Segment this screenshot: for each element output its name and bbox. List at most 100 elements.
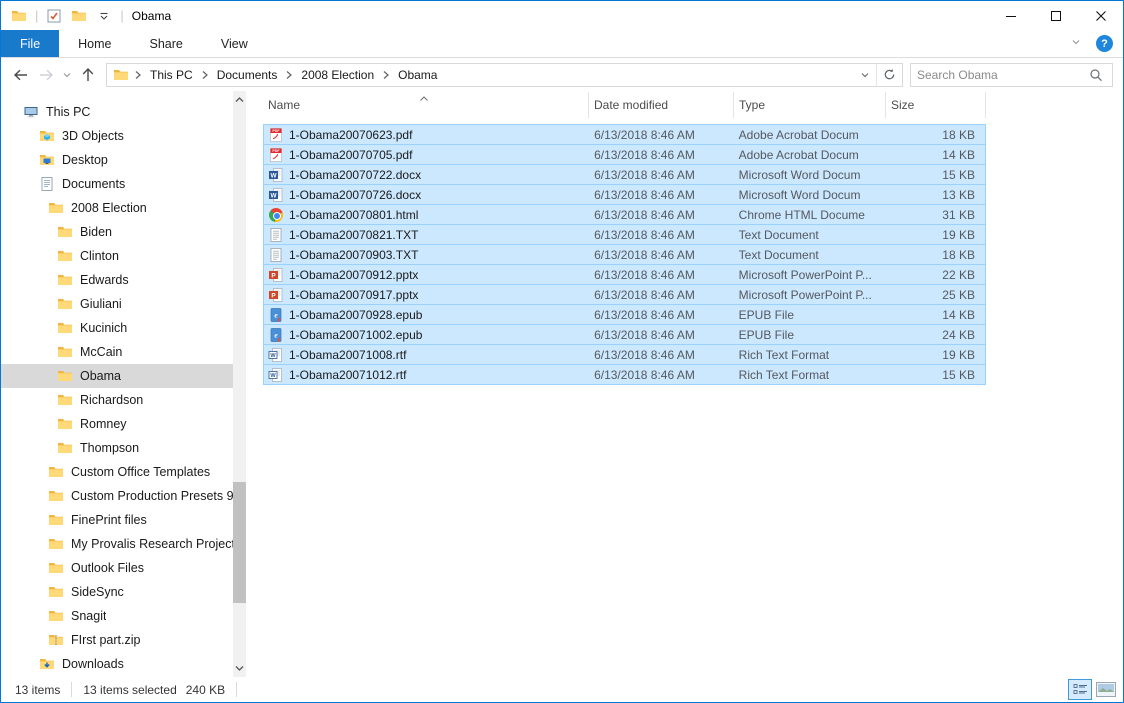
breadcrumb-chevron-icon[interactable] xyxy=(381,70,391,80)
pdf-file-icon: PDF xyxy=(268,127,284,143)
breadcrumb-segment-2008-election[interactable]: 2008 Election xyxy=(294,64,381,86)
breadcrumb-chevron-icon[interactable] xyxy=(284,70,294,80)
tab-home[interactable]: Home xyxy=(59,30,130,57)
column-header-size[interactable]: Size xyxy=(886,92,986,118)
expand-ribbon-icon[interactable] xyxy=(1070,36,1082,51)
file-row-1-obama20070705-pdf[interactable]: PDF1-Obama20070705.pdf6/13/2018 8:46 AMA… xyxy=(263,144,986,165)
sidebar-item-biden[interactable]: Biden xyxy=(1,220,233,244)
file-row-1-obama20070903-txt[interactable]: 1-Obama20070903.TXT6/13/2018 8:46 AMText… xyxy=(263,244,986,265)
scroll-down-icon[interactable] xyxy=(233,661,246,675)
folder-icon xyxy=(57,272,73,288)
address-toolbar: This PC Documents 2008 Election Obama xyxy=(1,58,1123,91)
sidebar-item-custom-production-presets-9-0[interactable]: Custom Production Presets 9.0 xyxy=(1,484,233,508)
sidebar-item-custom-office-templates[interactable]: Custom Office Templates xyxy=(1,460,233,484)
file-row-1-obama20070912-pptx[interactable]: P1-Obama20070912.pptx6/13/2018 8:46 AMMi… xyxy=(263,264,986,285)
sidebar-item-label: This PC xyxy=(46,105,90,119)
rtf-file-icon: W xyxy=(268,367,284,383)
zip-icon xyxy=(48,632,64,648)
folder-icon xyxy=(57,440,73,456)
folder-icon xyxy=(48,200,64,216)
sidebar-item-obama[interactable]: Obama xyxy=(1,364,233,388)
column-header-date-modified[interactable]: Date modified xyxy=(589,92,734,118)
sidebar-item-label: Downloads xyxy=(62,657,124,671)
address-dropdown-icon[interactable] xyxy=(854,64,876,86)
breadcrumb-segment-documents[interactable]: Documents xyxy=(210,64,285,86)
thumbnail-view-button[interactable] xyxy=(1096,682,1116,697)
file-row-1-obama20071002-epub[interactable]: e1-Obama20071002.epub6/13/2018 8:46 AMEP… xyxy=(263,324,986,345)
file-row-1-obama20070726-docx[interactable]: W1-Obama20070726.docx6/13/2018 8:46 AMMi… xyxy=(263,184,986,205)
properties-icon[interactable] xyxy=(45,7,63,25)
breadcrumb-chevron-icon[interactable] xyxy=(200,70,210,80)
chrome-file-icon xyxy=(268,207,284,223)
sidebar-item-label: SideSync xyxy=(71,585,124,599)
ribbon-tabs: File Home Share View ? xyxy=(1,30,1123,58)
sidebar-item-first-part-zip[interactable]: FIrst part.zip xyxy=(1,628,233,652)
recent-locations-icon[interactable] xyxy=(59,62,75,88)
tab-file[interactable]: File xyxy=(1,30,59,57)
file-row-1-obama20070928-epub[interactable]: e1-Obama20070928.epub6/13/2018 8:46 AMEP… xyxy=(263,304,986,325)
minimize-button[interactable] xyxy=(988,1,1033,30)
sidebar-scrollbar[interactable] xyxy=(233,91,246,677)
scrollbar-thumb[interactable] xyxy=(233,482,246,603)
file-name: 1-Obama20070928.epub xyxy=(289,308,422,322)
back-button[interactable] xyxy=(7,62,33,88)
new-folder-icon[interactable] xyxy=(70,7,88,25)
sidebar-item-clinton[interactable]: Clinton xyxy=(1,244,233,268)
search-input[interactable] xyxy=(911,68,1085,82)
sidebar-item-romney[interactable]: Romney xyxy=(1,412,233,436)
file-name: 1-Obama20070623.pdf xyxy=(289,128,412,142)
sidebar-item-outlook-files[interactable]: Outlook Files xyxy=(1,556,233,580)
file-row-1-obama20070801-html[interactable]: 1-Obama20070801.html6/13/2018 8:46 AMChr… xyxy=(263,204,986,225)
file-type: Text Document xyxy=(734,245,886,264)
status-separator xyxy=(71,682,72,697)
sidebar-item-desktop[interactable]: Desktop xyxy=(1,148,233,172)
ppt-file-icon: P xyxy=(268,287,284,303)
maximize-button[interactable] xyxy=(1033,1,1078,30)
search-icon[interactable] xyxy=(1085,68,1112,82)
sidebar-item-edwards[interactable]: Edwards xyxy=(1,268,233,292)
scroll-up-icon[interactable] xyxy=(233,93,246,107)
breadcrumb-chevron-icon[interactable] xyxy=(133,70,143,80)
file-type: Microsoft Word Docum xyxy=(734,165,886,184)
tab-share[interactable]: Share xyxy=(131,30,202,57)
sidebar-item-thompson[interactable]: Thompson xyxy=(1,436,233,460)
sidebar-item-kucinich[interactable]: Kucinich xyxy=(1,316,233,340)
forward-button[interactable] xyxy=(33,62,59,88)
file-type: Text Document xyxy=(734,225,886,244)
file-row-1-obama20070821-txt[interactable]: 1-Obama20070821.TXT6/13/2018 8:46 AMText… xyxy=(263,224,986,245)
column-header-type[interactable]: Type xyxy=(734,92,886,118)
sidebar-item-richardson[interactable]: Richardson xyxy=(1,388,233,412)
file-row-1-obama20070623-pdf[interactable]: PDF1-Obama20070623.pdf6/13/2018 8:46 AMA… xyxy=(263,124,986,145)
folder-icon xyxy=(57,416,73,432)
refresh-icon[interactable] xyxy=(876,64,902,86)
sidebar-item-documents[interactable]: Documents xyxy=(1,172,233,196)
breadcrumb-segment-obama[interactable]: Obama xyxy=(391,64,444,86)
address-bar[interactable]: This PC Documents 2008 Election Obama xyxy=(106,63,903,87)
sidebar-item-this-pc[interactable]: This PC xyxy=(1,100,233,124)
file-row-1-obama20071008-rtf[interactable]: W1-Obama20071008.rtf6/13/2018 8:46 AMRic… xyxy=(263,344,986,365)
folder-icon xyxy=(57,320,73,336)
tab-view[interactable]: View xyxy=(202,30,267,57)
sidebar-item-giuliani[interactable]: Giuliani xyxy=(1,292,233,316)
sidebar-item-fineprint-files[interactable]: FinePrint files xyxy=(1,508,233,532)
app-folder-icon xyxy=(10,7,28,25)
sidebar-item-label: FinePrint files xyxy=(71,513,147,527)
file-row-1-obama20070722-docx[interactable]: W1-Obama20070722.docx6/13/2018 8:46 AMMi… xyxy=(263,164,986,185)
qat-customize-icon[interactable] xyxy=(95,7,113,25)
file-row-1-obama20070917-pptx[interactable]: P1-Obama20070917.pptx6/13/2018 8:46 AMMi… xyxy=(263,284,986,305)
sidebar-item-label: Desktop xyxy=(62,153,108,167)
close-button[interactable] xyxy=(1078,1,1123,30)
up-button[interactable] xyxy=(75,62,101,88)
sidebar-item-snagit[interactable]: Snagit xyxy=(1,604,233,628)
breadcrumb-segment-this-pc[interactable]: This PC xyxy=(143,64,200,86)
details-view-button[interactable] xyxy=(1068,679,1092,700)
help-icon[interactable]: ? xyxy=(1096,35,1113,52)
qat-separator: | xyxy=(35,8,38,23)
sidebar-item-sidesync[interactable]: SideSync xyxy=(1,580,233,604)
sidebar-item-mccain[interactable]: McCain xyxy=(1,340,233,364)
sidebar-item-downloads[interactable]: Downloads xyxy=(1,652,233,676)
sidebar-item-2008-election[interactable]: 2008 Election xyxy=(1,196,233,220)
sidebar-item-my-provalis-research-projects[interactable]: My Provalis Research Projects xyxy=(1,532,233,556)
file-row-1-obama20071012-rtf[interactable]: W1-Obama20071012.rtf6/13/2018 8:46 AMRic… xyxy=(263,364,986,385)
sidebar-item-3d-objects[interactable]: 3D Objects xyxy=(1,124,233,148)
